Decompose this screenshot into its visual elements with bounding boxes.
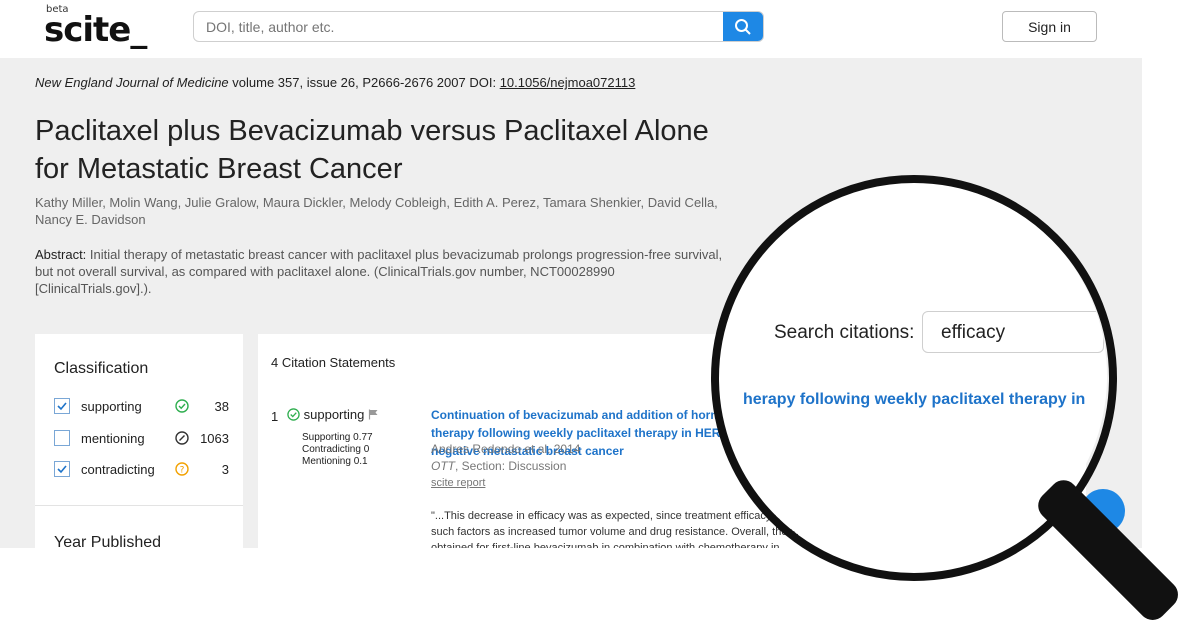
score-mentioning: Mentioning 0.1	[302, 456, 368, 467]
citation-number: 1	[271, 409, 279, 424]
citing-paper-journal: OTT, Section: Discussion	[431, 459, 566, 473]
scite-report-link[interactable]: scite report	[431, 477, 485, 489]
doi-link[interactable]: 10.1056/nejmoa072113	[500, 75, 636, 90]
svg-text:?: ?	[180, 466, 185, 476]
journal-name: New England Journal of Medicine	[35, 75, 229, 90]
supporting-check-circle-icon	[287, 408, 300, 421]
search-button[interactable]	[723, 12, 763, 41]
citation-scores: Supporting 0.77 Contradicting 0 Mentioni…	[302, 432, 373, 468]
contradicting-question-icon: ?	[175, 462, 189, 476]
mentioning-circle-icon	[175, 431, 189, 445]
global-search-input[interactable]	[194, 12, 748, 41]
score-supporting: Supporting 0.77	[302, 432, 373, 443]
search-icon	[735, 18, 751, 35]
year-published-title: Year Published	[54, 534, 162, 551]
sign-in-button[interactable]: Sign in	[1002, 11, 1097, 42]
abstract-label: Abstract:	[35, 247, 87, 262]
citation-classification: supporting	[287, 407, 379, 422]
year-published-panel[interactable]: Year Published	[35, 505, 243, 566]
citing-section: , Section: Discussion	[455, 459, 567, 473]
citation-count: 4 Citation Statements	[271, 355, 396, 370]
citing-journal-name: OTT	[431, 459, 455, 473]
mentioning-checkbox[interactable]	[54, 430, 70, 446]
check-icon	[57, 465, 67, 474]
volume-info: volume 357, issue 26, P2666-2676 2007 DO…	[228, 75, 500, 90]
mentioning-count: 1063	[200, 431, 229, 446]
paper-title: Paclitaxel plus Bevacizumab versus Pacli…	[35, 115, 709, 185]
citation-class-label: supporting	[303, 407, 365, 422]
flag-icon[interactable]	[368, 409, 379, 420]
paper-meta: New England Journal of Medicine volume 3…	[35, 75, 635, 90]
contradicting-count: 3	[221, 462, 229, 477]
classification-panel: Classification supporting 38 mentioning …	[35, 334, 243, 505]
supporting-label: supporting	[81, 399, 142, 414]
abstract-text: Initial therapy of metastatic breast can…	[35, 247, 723, 296]
paper-authors: Kathy Miller, Molin Wang, Julie Gralow, …	[35, 195, 718, 227]
contradicting-checkbox[interactable]	[54, 461, 70, 477]
paper-abstract: Abstract: Initial therapy of metastatic …	[35, 246, 725, 297]
check-icon	[57, 402, 67, 411]
top-header: beta scite_ Sign in	[0, 0, 1200, 58]
global-search-box	[193, 11, 764, 42]
supporting-checkbox[interactable]	[54, 398, 70, 414]
citing-paper-authors: Andres Redondo et al. 2014	[431, 442, 581, 456]
supporting-check-circle-icon	[175, 399, 189, 413]
classification-title: Classification	[54, 360, 149, 377]
logo-text: scite_	[44, 10, 147, 50]
score-contradicting: Contradicting 0	[302, 444, 370, 455]
supporting-count: 38	[214, 399, 229, 414]
filter-contradicting[interactable]: contradicting ? 3	[54, 460, 229, 480]
contradicting-label: contradicting	[81, 462, 155, 477]
filter-mentioning[interactable]: mentioning 1063	[54, 429, 229, 449]
mentioning-label: mentioning	[81, 431, 145, 446]
filter-supporting[interactable]: supporting 38	[54, 397, 229, 417]
